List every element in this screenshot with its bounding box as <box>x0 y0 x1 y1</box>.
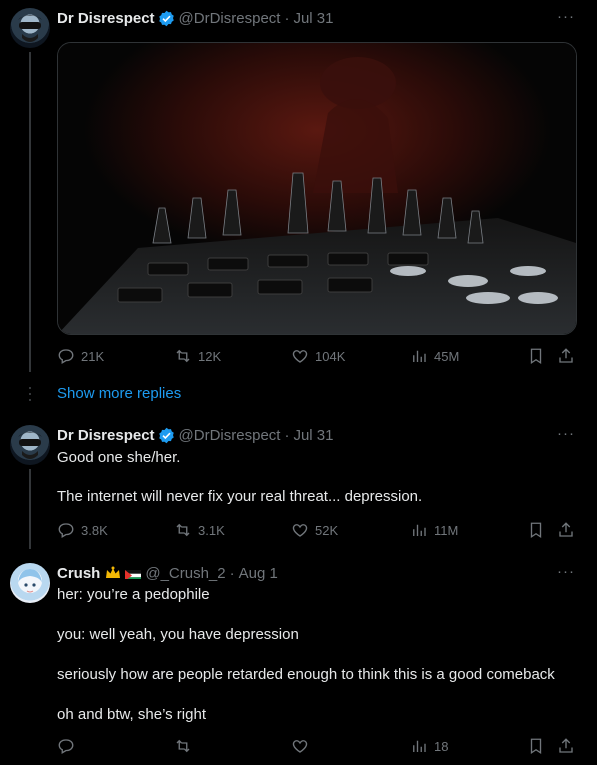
tweet-actions: 3.8K 3.1K 52K 11M <box>57 520 577 540</box>
views-button[interactable]: 45M <box>410 346 459 366</box>
avatar-anime-icon <box>18 569 42 593</box>
share-icon <box>559 522 573 537</box>
share-icon <box>559 348 573 363</box>
avatar-portrait-icon <box>18 432 42 459</box>
share-button[interactable] <box>557 520 575 540</box>
retweet-icon <box>176 523 190 537</box>
tweet-text-line: seriously how are people retarded enough… <box>57 666 555 683</box>
bookmark-button[interactable] <box>527 520 545 540</box>
reply-button[interactable]: 3.8K <box>57 520 108 540</box>
bookmark-button[interactable] <box>527 346 545 366</box>
share-icon <box>559 738 573 753</box>
thread-line <box>29 52 31 372</box>
verified-badge-icon <box>158 427 174 443</box>
reply-count: 3.8K <box>81 522 108 538</box>
reply-count: 21K <box>81 348 105 364</box>
like-button[interactable] <box>291 736 315 756</box>
timestamp[interactable]: Jul 31 <box>293 10 333 27</box>
separator: · <box>284 9 290 27</box>
tweet-text-line: Good one she/her. <box>57 449 181 466</box>
display-name[interactable]: Dr Disrespect <box>57 10 155 27</box>
bookmark-button[interactable] <box>527 736 545 756</box>
retweet-button[interactable] <box>174 736 198 756</box>
like-count: 104K <box>315 348 346 364</box>
share-button[interactable] <box>557 736 575 756</box>
avatar-portrait-icon <box>18 15 42 42</box>
more-icon[interactable]: ··· <box>557 425 575 442</box>
retweet-count: 12K <box>198 348 222 364</box>
timestamp[interactable]: Jul 31 <box>293 427 333 444</box>
tweet-reply-2[interactable]: Crush @_Crush_2 · Aug 1 ··· her: you’re … <box>0 563 597 763</box>
retweet-button[interactable]: 3.1K <box>174 520 225 540</box>
handle[interactable]: @_Crush_2 <box>145 565 225 582</box>
handle[interactable]: @DrDisrespect <box>179 10 281 27</box>
tweet-text-line: you: well yeah, you have depression <box>57 626 299 643</box>
views-button[interactable]: 18 <box>410 736 448 756</box>
display-name[interactable]: Dr Disrespect <box>57 427 155 444</box>
like-button[interactable]: 52K <box>291 520 338 540</box>
bookmark-icon <box>530 522 542 539</box>
show-more-replies-link[interactable]: Show more replies <box>57 385 181 402</box>
tweet-text-line: The internet will never fix your real th… <box>57 488 423 505</box>
tweet-header: Dr Disrespect @DrDisrespect · Jul 31 <box>57 425 334 445</box>
verified-badge-icon <box>158 10 174 26</box>
like-icon <box>292 524 308 537</box>
views-count: 18 <box>434 738 449 754</box>
like-icon <box>292 740 308 753</box>
tweet-reply-1[interactable]: Dr Disrespect @DrDisrespect · Jul 31 ···… <box>0 425 597 555</box>
views-count: 11M <box>434 522 459 538</box>
views-icon <box>413 350 426 362</box>
like-count: 52K <box>315 522 339 538</box>
tweet-header: Crush @_Crush_2 · Aug 1 <box>57 563 278 583</box>
crown-emoji-icon <box>106 566 121 578</box>
avatar[interactable] <box>10 563 50 603</box>
retweet-icon <box>176 739 190 753</box>
tweet-text-line: her: you’re a pedophile <box>57 586 210 603</box>
palestine-flag-icon <box>125 568 142 579</box>
tweet-actions: 21K 12K 104K 45M <box>57 346 577 366</box>
tweet-header: Dr Disrespect @DrDisrespect · Jul 31 <box>57 8 334 28</box>
more-icon[interactable]: ··· <box>557 563 575 580</box>
timestamp[interactable]: Aug 1 <box>239 565 278 582</box>
tweet-main[interactable]: Dr Disrespect @DrDisrespect · Jul 31 ··· <box>0 0 597 380</box>
chess-board-photo <box>58 43 576 334</box>
separator: · <box>229 564 235 582</box>
more-icon[interactable]: ··· <box>557 8 575 25</box>
reply-button[interactable] <box>57 736 81 756</box>
display-name[interactable]: Crush <box>57 565 100 582</box>
reply-button[interactable]: 21K <box>57 346 104 366</box>
reply-icon <box>58 349 74 364</box>
bookmark-icon <box>530 348 542 365</box>
avatar[interactable] <box>10 425 50 465</box>
thread-line <box>29 469 31 549</box>
separator: · <box>284 426 290 444</box>
tweet-actions: 18 <box>57 736 577 756</box>
views-button[interactable]: 11M <box>410 520 458 540</box>
bookmark-icon <box>530 738 542 755</box>
share-button[interactable] <box>557 346 575 366</box>
views-icon <box>413 740 426 752</box>
tweet-media-image[interactable] <box>57 42 577 335</box>
reply-icon <box>58 739 74 754</box>
retweet-icon <box>176 349 190 363</box>
retweet-count: 3.1K <box>198 522 225 538</box>
retweet-button[interactable]: 12K <box>174 346 221 366</box>
views-count: 45M <box>434 348 460 364</box>
like-button[interactable]: 104K <box>291 346 345 366</box>
thread-gap-dots <box>29 387 31 405</box>
avatar[interactable] <box>10 8 50 48</box>
handle[interactable]: @DrDisrespect <box>179 427 281 444</box>
tweet-text-line: oh and btw, she’s right <box>57 706 206 723</box>
reply-icon <box>58 523 74 538</box>
views-icon <box>413 524 426 536</box>
like-icon <box>292 350 308 363</box>
